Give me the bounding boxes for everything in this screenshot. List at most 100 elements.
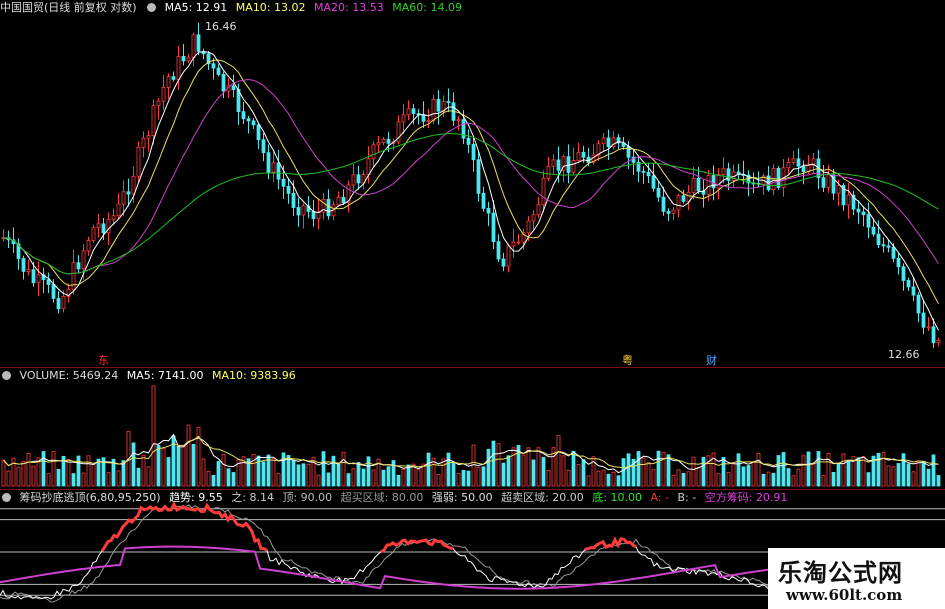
candle-body bbox=[356, 174, 361, 184]
candle-body bbox=[516, 241, 521, 244]
volume-bar bbox=[166, 457, 171, 487]
candle-body bbox=[406, 108, 411, 116]
volume-bar bbox=[841, 453, 846, 487]
volume-bar bbox=[401, 468, 406, 487]
volume-bar bbox=[106, 472, 111, 487]
candle-body bbox=[51, 284, 56, 299]
candle-body bbox=[891, 246, 896, 259]
candle-body bbox=[656, 187, 661, 198]
volume-bar bbox=[936, 475, 941, 487]
volume-bar bbox=[406, 464, 411, 487]
volume-bar bbox=[211, 474, 216, 487]
volume-chart[interactable] bbox=[0, 368, 945, 490]
candle-body bbox=[706, 175, 711, 195]
candle-body bbox=[606, 137, 611, 148]
volume-bar bbox=[761, 473, 766, 487]
candle-body bbox=[46, 279, 51, 285]
volume-bar bbox=[866, 472, 871, 487]
volume-bar bbox=[506, 455, 511, 487]
candle-body bbox=[376, 142, 381, 146]
candle-body bbox=[371, 144, 376, 160]
volume-bar bbox=[736, 453, 741, 487]
candle-body bbox=[431, 98, 436, 121]
candle-body bbox=[116, 203, 121, 217]
volume-bar bbox=[1, 459, 6, 487]
volume-bar bbox=[556, 435, 561, 487]
volume-bar bbox=[816, 451, 821, 487]
candle-body bbox=[286, 185, 291, 194]
candle-body bbox=[921, 312, 926, 328]
candle-body bbox=[336, 196, 341, 206]
event-mark-2: 粤 bbox=[622, 354, 633, 367]
volume-bar bbox=[291, 460, 296, 487]
candle-body bbox=[401, 114, 406, 123]
candle-body bbox=[601, 137, 606, 145]
candle-body bbox=[381, 138, 386, 143]
volume-bar bbox=[306, 463, 311, 487]
volume-bar bbox=[71, 473, 76, 487]
volume-bar bbox=[656, 450, 661, 487]
candle-body bbox=[426, 119, 431, 122]
volume-bar bbox=[441, 458, 446, 487]
candle-body bbox=[581, 151, 586, 158]
oversell-readout: 超卖区域: 20.00 bbox=[501, 491, 584, 504]
volume-bar bbox=[766, 471, 771, 487]
candle-body bbox=[456, 119, 461, 122]
ma60-readout: MA60: 14.09 bbox=[392, 1, 462, 14]
candle-body bbox=[131, 175, 136, 195]
candle-body bbox=[641, 170, 646, 173]
candle-body bbox=[681, 195, 686, 202]
candle-body bbox=[886, 245, 891, 248]
volume-bar bbox=[811, 463, 816, 487]
candle-body bbox=[366, 158, 371, 175]
volume-bar bbox=[451, 462, 456, 487]
volume-bar bbox=[716, 473, 721, 487]
volume-bar bbox=[181, 446, 186, 487]
volume-bar bbox=[436, 474, 441, 487]
volume-bar bbox=[486, 448, 491, 487]
volume-bar bbox=[911, 471, 916, 487]
volume-bar bbox=[21, 461, 26, 487]
candle-body bbox=[301, 205, 306, 216]
candle-body bbox=[786, 162, 791, 169]
volume-bar bbox=[66, 459, 71, 487]
volume-bar bbox=[886, 465, 891, 487]
volume-bar bbox=[191, 443, 196, 487]
volume-bar bbox=[686, 471, 691, 487]
volume-bar bbox=[636, 451, 641, 487]
volume-bar bbox=[616, 475, 621, 487]
volume-bar bbox=[541, 457, 546, 487]
volume-bar bbox=[611, 471, 616, 487]
candle-body bbox=[796, 158, 801, 167]
volume-bar bbox=[571, 450, 576, 487]
volume-bar bbox=[746, 465, 751, 487]
candle-body bbox=[646, 172, 651, 177]
candle-body bbox=[96, 223, 101, 229]
site-watermark: 乐淘公式网 www.60lt.com bbox=[768, 548, 945, 609]
price-chart-pane[interactable]: 中国国贸(日线 前复权 对数) MA5: 12.91 MA10: 13.02 M… bbox=[0, 0, 945, 368]
volume-bar bbox=[86, 455, 91, 487]
volume-bar bbox=[906, 463, 911, 487]
candle-body bbox=[101, 223, 106, 234]
volume-bar bbox=[286, 455, 291, 487]
volume-bar bbox=[546, 469, 551, 487]
volume-bar bbox=[146, 466, 151, 487]
volume-bar bbox=[271, 457, 276, 487]
candle-body bbox=[506, 245, 511, 267]
stock-title: 中国国贸(日线 前复权 对数) bbox=[0, 1, 137, 14]
candlestick-chart[interactable] bbox=[0, 0, 945, 368]
volume-bar bbox=[751, 461, 756, 487]
candle-body bbox=[111, 215, 116, 221]
ma20-readout: MA20: 13.53 bbox=[314, 1, 384, 14]
volume-bar bbox=[621, 458, 626, 487]
volume-bar bbox=[921, 460, 926, 487]
settings-circle-icon[interactable] bbox=[2, 493, 11, 502]
candle-body bbox=[21, 258, 26, 272]
volume-bar bbox=[586, 475, 591, 487]
volume-bar bbox=[321, 451, 326, 487]
candle-body bbox=[871, 226, 876, 235]
low-price-label: 12.66 bbox=[888, 348, 920, 361]
settings-circle-icon[interactable] bbox=[2, 371, 11, 380]
settings-circle-icon[interactable] bbox=[147, 3, 157, 12]
volume-pane[interactable]: VOLUME: 5469.24 MA5: 7141.00 MA10: 9383.… bbox=[0, 368, 945, 490]
